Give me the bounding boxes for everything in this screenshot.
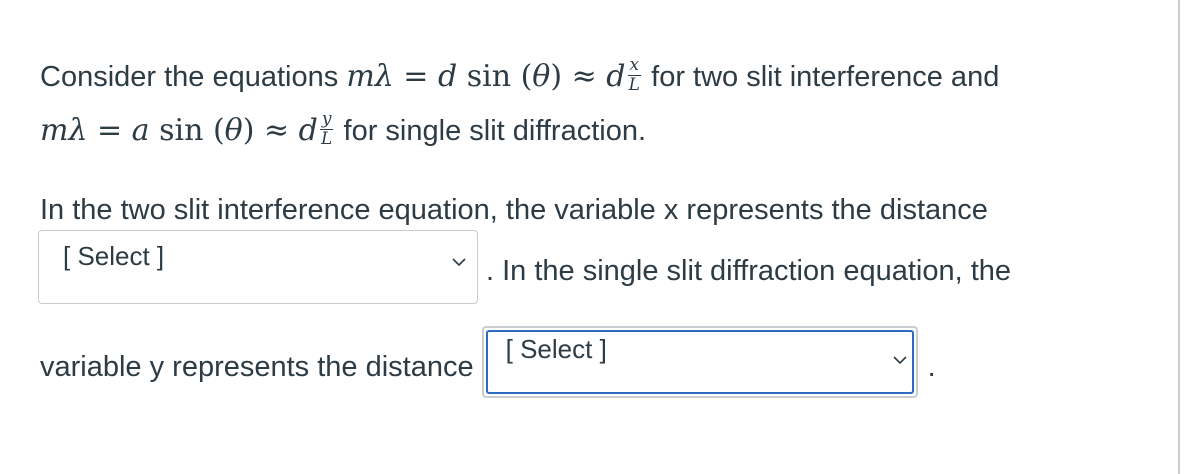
eq2-frac-num: y xyxy=(319,108,334,130)
part1-text: In the two slit interference equation, t… xyxy=(40,194,988,226)
question-body: Consider the equations mλ = d sin (θ) ≈ … xyxy=(38,50,1160,398)
eq1-d: d xyxy=(437,59,458,94)
row-select-2: variable y represents the distance [ Sel… xyxy=(40,326,1160,398)
distance-select-1[interactable]: [ Select ] xyxy=(38,230,478,304)
select-2-value: [ Select ] xyxy=(505,334,607,364)
question-intro: Consider the equations mλ = d sin (θ) ≈ … xyxy=(40,50,1160,158)
eq2-fraction: yL xyxy=(319,108,334,149)
intro-end: for single slit diffraction. xyxy=(335,115,647,147)
eq2-a: a xyxy=(131,113,150,148)
eq2-frac-den: L xyxy=(321,128,333,149)
equation-single-slit: mλ = a sin (θ) ≈ dyL xyxy=(40,108,335,149)
panel-right-border xyxy=(1178,0,1180,474)
eq1-frac-den: L xyxy=(628,74,640,95)
eq2-theta: θ xyxy=(224,113,243,148)
equation-two-slit: mλ = d sin (θ) ≈ dxL xyxy=(346,54,643,95)
eq1-d2: d xyxy=(606,59,626,94)
intro-mid: for two slit interference and xyxy=(643,61,1000,93)
row-select-1: [ Select ] . In the single slit diffract… xyxy=(38,230,1160,304)
part2-text: variable y represents the distance xyxy=(40,351,474,383)
eq2-close: ) ≈ xyxy=(242,113,299,148)
eq2-lhs: mλ = xyxy=(40,113,132,148)
eq2-d2: d xyxy=(298,113,318,148)
part2-end: . xyxy=(927,351,936,383)
eq1-close: ) ≈ xyxy=(550,59,607,94)
eq1-sin: sin ( xyxy=(457,59,533,94)
chevron-down-icon xyxy=(452,258,466,267)
eq1-frac-num: x xyxy=(627,54,642,76)
chevron-down-icon xyxy=(893,356,907,365)
eq1-theta: θ xyxy=(532,59,551,94)
select-1-value: [ Select ] xyxy=(63,241,165,271)
question-blanks: In the two slit interference equation, t… xyxy=(38,192,1160,398)
intro-prefix: Consider the equations xyxy=(40,61,347,93)
eq1-fraction: xL xyxy=(627,54,642,95)
eq1-lhs: mλ = xyxy=(346,59,438,94)
eq2-sin: sin ( xyxy=(149,113,225,148)
distance-select-2[interactable]: [ Select ] xyxy=(481,326,918,398)
part1-after: . In the single slit diffraction equatio… xyxy=(486,255,1012,287)
